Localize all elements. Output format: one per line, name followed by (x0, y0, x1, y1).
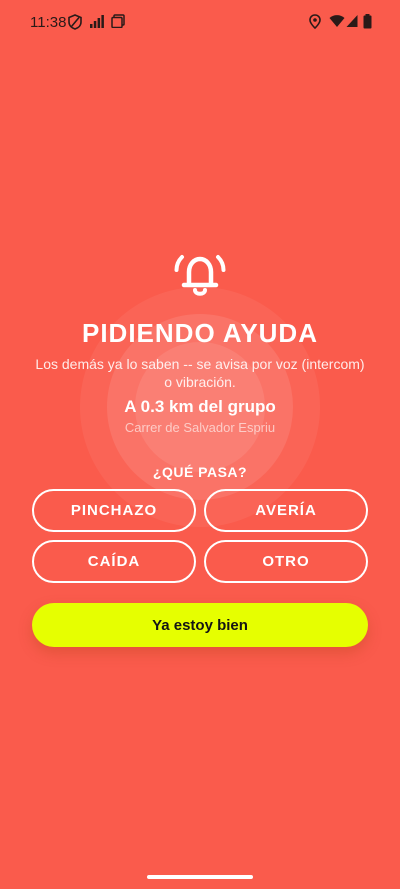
im-ok-button[interactable]: Ya estoy bien (32, 603, 368, 647)
alert-title: PIDIENDO AYUDA (81, 318, 318, 348)
screen-icon (111, 14, 125, 28)
status-time: 11:38 (30, 14, 67, 31)
group-distance: A 0.3 km del grupo (124, 397, 276, 416)
cell-signal-icon (346, 15, 358, 27)
option-pinchazo-button[interactable]: PINCHAZO (32, 489, 196, 532)
bell-ringing-icon (174, 255, 226, 296)
shield-icon (68, 14, 82, 30)
option-caida-button[interactable]: CAÍDA (32, 540, 196, 583)
issue-question: ¿QUÉ PASA? (152, 464, 248, 480)
alert-subtitle: Los demás ya lo saben -- se avisa por vo… (35, 356, 365, 390)
battery-icon (363, 14, 372, 29)
street-name: Carrer de Salvador Espriu (124, 420, 276, 435)
status-bar: 11:38 (0, 0, 400, 46)
signal-bars-icon (90, 15, 104, 28)
help-request-screen: 11:38 PIDIENDO AYUDA Los demás ya lo sab… (0, 0, 400, 889)
location-icon (309, 14, 321, 29)
home-indicator[interactable] (147, 875, 253, 879)
option-otro-button[interactable]: OTRO (204, 540, 368, 583)
wifi-icon (329, 15, 345, 27)
option-averia-button[interactable]: AVERÍA (204, 489, 368, 532)
